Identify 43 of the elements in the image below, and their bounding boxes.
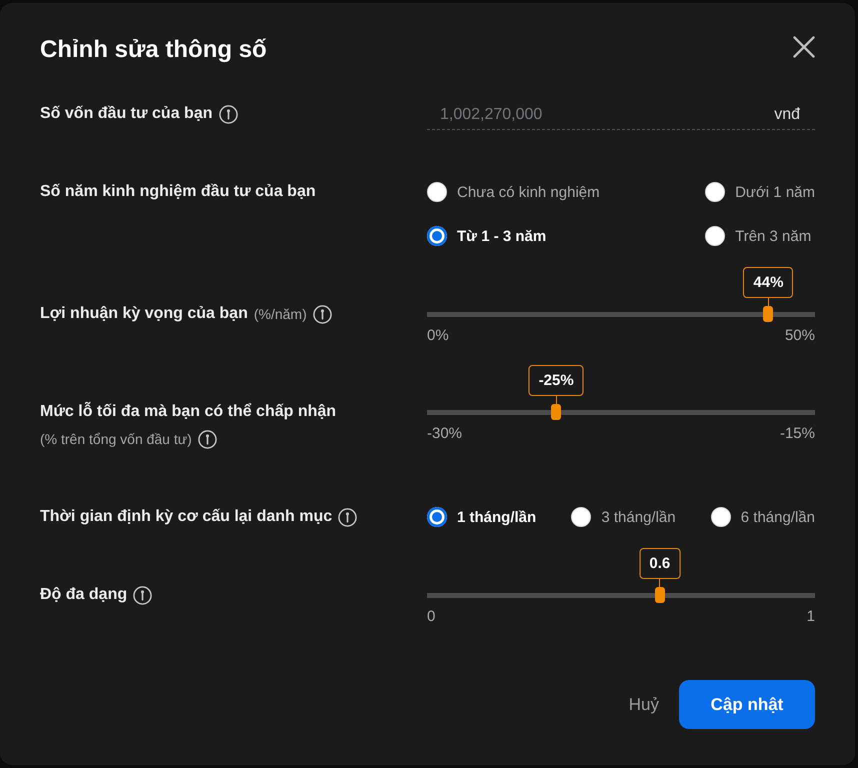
radio-option[interactable]: 6 tháng/lần <box>710 505 815 529</box>
info-icon[interactable] <box>312 304 332 324</box>
currency-unit: vnđ <box>774 106 800 124</box>
tooltip-leader-line <box>768 298 769 306</box>
update-button[interactable]: Cập nhật <box>679 680 815 729</box>
unit-hint: (%/năm) <box>254 306 307 322</box>
value-tooltip: -25% <box>528 365 584 396</box>
field-label: Thời gian định kỳ cơ cấu lại danh mục <box>40 507 332 527</box>
slider-thumb[interactable] <box>763 306 774 322</box>
value-tooltip: 0.6 <box>639 548 680 579</box>
radio-option[interactable]: 3 tháng/lần <box>571 505 676 529</box>
close-icon <box>793 36 815 58</box>
field-label: Mức lỗ tối đa mà bạn có thể chấp nhận <box>40 401 336 422</box>
amount-value: 1,002,270,000 <box>440 106 542 124</box>
slider-thumb[interactable] <box>654 587 665 603</box>
radio-option[interactable]: Trên 3 năm <box>705 224 815 248</box>
tooltip-leader-line <box>659 579 660 587</box>
info-icon[interactable] <box>338 508 358 526</box>
range-min-label: -30% <box>427 424 462 444</box>
dialog-title: Chỉnh sửa thông số <box>40 35 267 65</box>
radio-option[interactable]: Dưới 1 năm <box>705 180 815 204</box>
range-min-label: 0% <box>427 326 449 346</box>
range-max-label: -15% <box>780 424 815 444</box>
close-button[interactable] <box>793 36 815 58</box>
radio-option[interactable]: Chưa có kinh nghiệm <box>427 180 706 204</box>
radio-option[interactable]: Từ 1 - 3 năm <box>427 224 706 248</box>
tooltip-leader-line <box>556 396 557 404</box>
range-max-label: 50% <box>784 326 815 346</box>
cancel-button[interactable]: Huỷ <box>628 694 659 714</box>
field-label: Lợi nhuận kỳ vọng của bạn <box>40 304 248 324</box>
info-icon[interactable] <box>133 586 152 604</box>
amount-input-field[interactable]: 1,002,270,000 vnđ <box>427 98 815 130</box>
radio-option[interactable]: 1 tháng/lần <box>427 505 536 529</box>
info-icon[interactable] <box>218 104 238 124</box>
value-tooltip: 44% <box>743 267 794 298</box>
note-text: (% trên tổng vốn đầu tư) <box>40 430 192 449</box>
range-min-label: 0 <box>427 607 436 627</box>
field-label: Số năm kinh nghiệm đầu tư của bạn <box>40 182 316 202</box>
field-label: Độ đa dạng <box>40 585 128 605</box>
slider-thumb[interactable] <box>551 404 562 420</box>
range-max-label: 1 <box>806 607 815 627</box>
info-icon[interactable] <box>198 430 217 448</box>
field-label: Số vốn đầu tư của bạn <box>40 104 212 124</box>
